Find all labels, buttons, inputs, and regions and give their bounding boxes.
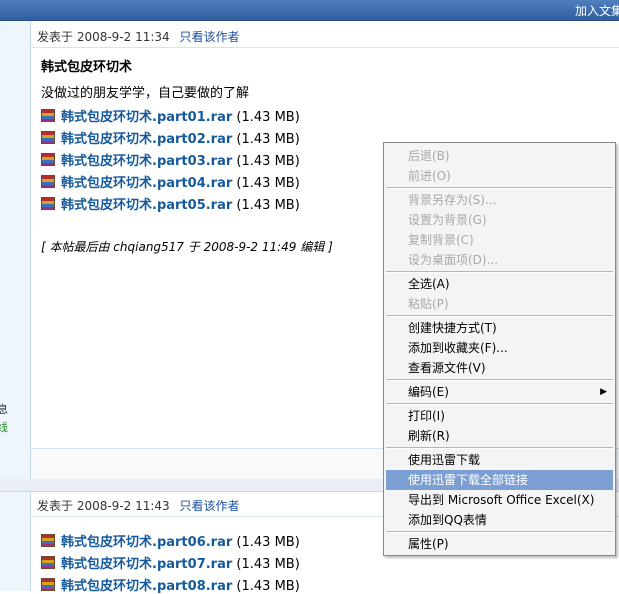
attachment-size: (1.43 MB) <box>236 198 300 213</box>
attachment-item: 韩式包皮环切术.part02.rar (1.43 MB) <box>41 128 300 147</box>
menu-separator <box>386 403 613 405</box>
post-date: 发表于 2008-9-2 11:34 <box>37 30 170 44</box>
join-collection-link[interactable]: 加入文集 <box>575 2 619 19</box>
user-info-text: 息 <box>0 403 8 416</box>
menu-item-paste[interactable]: 粘贴(P) <box>386 294 613 314</box>
post-description: 没做过的朋友学学，自己要做的了解 <box>41 86 250 101</box>
attachment-size: (1.43 MB) <box>236 154 300 169</box>
rar-file-icon <box>41 197 55 210</box>
rar-file-icon <box>41 556 55 569</box>
menu-separator <box>386 531 613 533</box>
attachment-item: 韩式包皮环切术.part08.rar (1.43 MB) <box>41 575 300 594</box>
menu-item-create-shortcut[interactable]: 创建快捷方式(T) <box>386 318 613 338</box>
menu-item-set-background[interactable]: 设置为背景(G) <box>386 210 613 230</box>
rar-file-icon <box>41 109 55 122</box>
rar-file-icon <box>41 131 55 144</box>
rar-file-icon <box>41 534 55 547</box>
menu-item-view-source[interactable]: 查看源文件(V) <box>386 358 613 378</box>
menu-item-forward[interactable]: 前进(O) <box>386 166 613 186</box>
attachment-size: (1.43 MB) <box>236 132 300 147</box>
attachment-size: (1.43 MB) <box>236 110 300 125</box>
menu-item-copy-background[interactable]: 复制背景(C) <box>386 230 613 250</box>
user-status-text: 线 <box>0 421 8 434</box>
menu-separator <box>386 271 613 273</box>
menu-separator <box>386 315 613 317</box>
menu-item-properties[interactable]: 属性(P) <box>386 534 613 554</box>
menu-item-print[interactable]: 打印(I) <box>386 406 613 426</box>
attachment-item: 韩式包皮环切术.part05.rar (1.43 MB) <box>41 194 300 213</box>
attachment-link[interactable]: 韩式包皮环切术.part08.rar <box>61 579 232 594</box>
attachment-item: 韩式包皮环切术.part06.rar (1.43 MB) <box>41 531 300 550</box>
rar-file-icon <box>41 153 55 166</box>
menu-item-add-favorites[interactable]: 添加到收藏夹(F)... <box>386 338 613 358</box>
only-author-link[interactable]: 只看该作者 <box>180 499 240 513</box>
attachment-link[interactable]: 韩式包皮环切术.part03.rar <box>61 154 232 169</box>
menu-item-thunder-download-all[interactable]: 使用迅雷下载全部链接 <box>386 470 613 490</box>
menu-separator <box>386 379 613 381</box>
attachment-item: 韩式包皮环切术.part03.rar (1.43 MB) <box>41 150 300 169</box>
attachment-size: (1.43 MB) <box>236 176 300 191</box>
menu-item-add-qq-emoticon[interactable]: 添加到QQ表情 <box>386 510 613 530</box>
attachment-item: 韩式包皮环切术.part07.rar (1.43 MB) <box>41 553 300 572</box>
menu-item-refresh[interactable]: 刷新(R) <box>386 426 613 446</box>
context-menu: 后退(B) 前进(O) 背景另存为(S)... 设置为背景(G) 复制背景(C)… <box>383 142 616 556</box>
attachment-size: (1.43 MB) <box>236 579 300 594</box>
menu-item-set-desktop-item[interactable]: 设为桌面项(D)... <box>386 250 613 270</box>
rar-file-icon <box>41 578 55 591</box>
menu-separator <box>386 187 613 189</box>
attachment-link[interactable]: 韩式包皮环切术.part07.rar <box>61 557 232 572</box>
rar-file-icon <box>41 175 55 188</box>
post-meta: 发表于 2008-9-2 11:34 只看该作者 <box>37 28 240 45</box>
attachment-link[interactable]: 韩式包皮环切术.part04.rar <box>61 176 232 191</box>
menu-item-back[interactable]: 后退(B) <box>386 146 613 166</box>
menu-item-encoding[interactable]: 编码(E) ▶ <box>386 382 613 402</box>
post-meta-bar: 发表于 2008-9-2 11:34 只看该作者 <box>31 23 619 48</box>
submenu-arrow-icon: ▶ <box>600 387 607 397</box>
menu-separator <box>386 447 613 449</box>
only-author-link[interactable]: 只看该作者 <box>180 30 240 44</box>
attachment-item: 韩式包皮环切术.part01.rar (1.43 MB) <box>41 106 300 125</box>
menu-item-select-all[interactable]: 全选(A) <box>386 274 613 294</box>
attachment-size: (1.43 MB) <box>236 557 300 572</box>
attachment-link[interactable]: 韩式包皮环切术.part01.rar <box>61 110 232 125</box>
menu-item-export-excel[interactable]: 导出到 Microsoft Office Excel(X) <box>386 490 613 510</box>
post-meta: 发表于 2008-9-2 11:43 只看该作者 <box>37 497 240 514</box>
attachment-size: (1.43 MB) <box>236 535 300 550</box>
top-bar: 加入文集 <box>0 0 619 21</box>
user-info-column: 息 线 <box>0 21 31 591</box>
menu-item-thunder-download[interactable]: 使用迅雷下载 <box>386 450 613 470</box>
attachment-item: 韩式包皮环切术.part04.rar (1.43 MB) <box>41 172 300 191</box>
attachment-link[interactable]: 韩式包皮环切术.part05.rar <box>61 198 232 213</box>
edit-note: [ 本帖最后由 chqiang517 于 2008-9-2 11:49 编辑 ] <box>41 240 333 254</box>
attachment-link[interactable]: 韩式包皮环切术.part02.rar <box>61 132 232 147</box>
attachment-link[interactable]: 韩式包皮环切术.part06.rar <box>61 535 232 550</box>
post-date: 发表于 2008-9-2 11:43 <box>37 499 170 513</box>
post-title: 韩式包皮环切术 <box>41 60 133 75</box>
menu-item-save-background[interactable]: 背景另存为(S)... <box>386 190 613 210</box>
